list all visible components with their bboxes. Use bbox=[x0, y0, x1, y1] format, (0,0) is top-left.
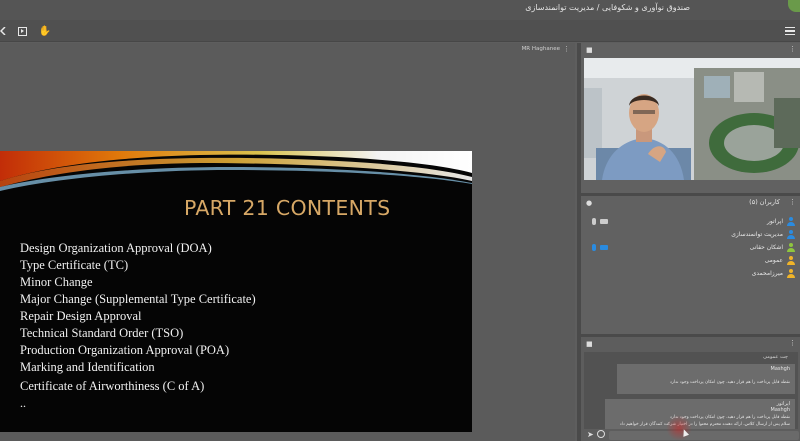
user-avatar-icon bbox=[787, 243, 795, 253]
video-panel-header: ■ ⋮ bbox=[581, 43, 800, 57]
microphone-active-icon[interactable] bbox=[592, 244, 596, 251]
user-avatar-icon bbox=[787, 230, 795, 240]
presentation-more-icon[interactable]: ⋮ bbox=[563, 45, 570, 53]
hand-icon[interactable]: ✋ bbox=[39, 24, 51, 38]
user-item[interactable]: مدیریت توانمندسازی bbox=[581, 229, 800, 242]
presentation-slide: PART 21 CONTENTS Design Organization App… bbox=[0, 151, 472, 432]
user-name: اپراتور bbox=[767, 218, 783, 225]
user-item[interactable]: اشکان حقانی bbox=[581, 242, 800, 255]
slide-list-item: Major Change (Supplemental Type Certific… bbox=[20, 292, 256, 306]
presenter-name: MR Haghanee bbox=[521, 46, 560, 52]
emoji-icon[interactable] bbox=[597, 430, 605, 438]
window-title: صندوق نوآوری و شکوفایی / مدیریت توانمندس… bbox=[525, 3, 690, 12]
slide-list: Design Organization Approval (DOA) Type … bbox=[20, 240, 256, 395]
chat-icon: ■ bbox=[586, 340, 593, 348]
chat-input-wrapper bbox=[609, 431, 799, 440]
slide-list-item: Technical Standard Order (TSO) bbox=[20, 326, 184, 340]
users-panel-title: کاربران (۵) bbox=[749, 198, 780, 206]
chat-message: اپراتور Mashgh نقطه قابل پرداخت را هم قر… bbox=[605, 399, 795, 429]
slide-list-item: Repair Design Approval bbox=[20, 309, 142, 323]
user-avatar-icon bbox=[787, 269, 795, 279]
slide-decoration bbox=[0, 151, 472, 191]
users-panel-header: ● کاربران (۵) ⋮ bbox=[581, 196, 800, 210]
camera-icon[interactable] bbox=[600, 219, 608, 224]
user-name: اشکان حقانی bbox=[749, 244, 783, 251]
camera-icon: ■ bbox=[586, 46, 593, 54]
video-panel: ■ ⋮ bbox=[581, 43, 800, 193]
toolbar: ✋ bbox=[0, 20, 800, 42]
chat-panel-header: ■ ⋮ bbox=[581, 337, 800, 351]
microphone-icon[interactable] bbox=[592, 218, 596, 225]
screen-share-icon[interactable] bbox=[16, 24, 28, 38]
user-name: مدیریت توانمندسازی bbox=[731, 231, 783, 238]
slide-list-item: Production Organization Approval (POA) bbox=[20, 343, 230, 357]
chat-from-label: چت عمومی bbox=[763, 354, 788, 360]
chat-message: Mashgh نقطه قابل پرداخت را هم قرار دهید.… bbox=[617, 364, 795, 394]
menu-icon[interactable] bbox=[784, 24, 796, 38]
back-arrow-icon[interactable] bbox=[0, 24, 6, 38]
send-button[interactable]: ➤ bbox=[587, 430, 594, 439]
users-icon: ● bbox=[586, 199, 593, 207]
user-name: عمومی bbox=[764, 257, 783, 264]
user-item[interactable]: اپراتور bbox=[581, 216, 800, 229]
user-avatar-icon bbox=[787, 217, 795, 227]
video-more-icon[interactable]: ⋮ bbox=[789, 45, 796, 53]
chat-messages[interactable]: چت عمومی Mashgh نقطه قابل پرداخت را هم ق… bbox=[584, 352, 798, 429]
chat-message-text: نقطه قابل پرداخت را هم قرار دهید. چون ام… bbox=[669, 380, 790, 385]
user-item[interactable]: عمومی bbox=[581, 255, 800, 268]
chat-message-sender: Mashgh bbox=[770, 407, 791, 413]
users-panel: ● کاربران (۵) ⋮ اپراتور مدیریت توانمندسا… bbox=[581, 196, 800, 334]
user-item[interactable]: میرزامحمدی bbox=[581, 268, 800, 281]
window-title-bar: صندوق نوآوری و شکوفایی / مدیریت توانمندس… bbox=[0, 0, 800, 20]
chat-more-icon[interactable]: ⋮ bbox=[789, 339, 796, 347]
users-more-icon[interactable]: ⋮ bbox=[789, 198, 796, 206]
slide-list-item: Marking and Identification bbox=[20, 360, 155, 374]
chat-panel: ■ ⋮ چت عمومی Mashgh نقطه قابل پرداخت را … bbox=[581, 337, 800, 441]
presentation-panel: MR Haghanee ⋮ PART 21 CONTENTS Design Or… bbox=[0, 43, 575, 441]
slide-list-item: Minor Change bbox=[20, 275, 93, 289]
user-name: میرزامحمدی bbox=[751, 270, 783, 277]
slide-list-item: Type Certificate (TC) bbox=[20, 258, 129, 272]
webcam-frame bbox=[584, 58, 800, 180]
user-avatar-icon bbox=[787, 256, 795, 266]
chat-message-text: سلام پس از ارسال کلاس، ارائه دهنده محترم… bbox=[619, 422, 790, 427]
cursor-highlight bbox=[666, 415, 692, 441]
slide-trailing-text: .. bbox=[20, 396, 26, 410]
side-panels: ■ ⋮ ● کاربران (۵) ⋮ اپراتور مدیریت توانم… bbox=[577, 43, 800, 441]
slide-list-item: Certificate of Airworthiness (C of A) bbox=[20, 379, 205, 393]
webcam-video[interactable] bbox=[584, 58, 800, 180]
status-indicator bbox=[788, 0, 800, 12]
chat-message-sender: Mashgh bbox=[770, 366, 791, 372]
slide-list-item: Design Organization Approval (DOA) bbox=[20, 241, 212, 255]
slide-title: PART 21 CONTENTS bbox=[184, 196, 391, 220]
camera-active-icon[interactable] bbox=[600, 245, 608, 250]
users-list: اپراتور مدیریت توانمندسازی اشکان حقانی ع… bbox=[581, 216, 800, 281]
